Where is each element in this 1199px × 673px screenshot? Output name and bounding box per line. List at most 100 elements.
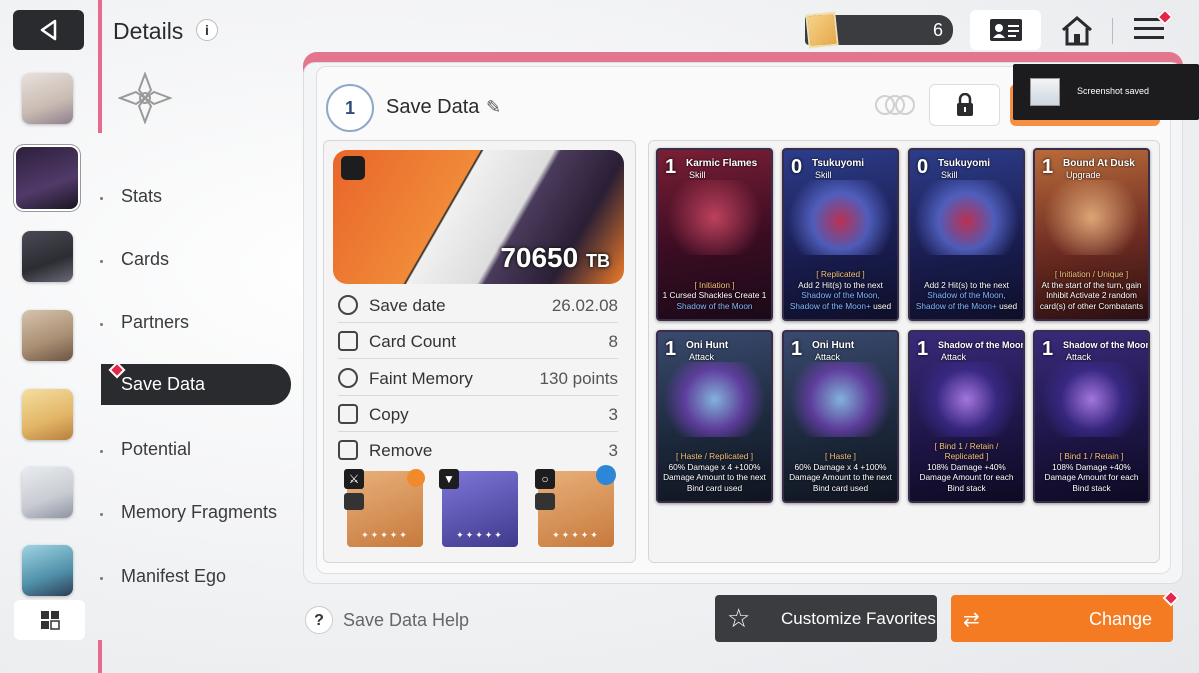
equipment-stars: ✦✦✦✦✦ <box>552 530 600 540</box>
card-keywords: [ Replicated ] <box>816 269 865 279</box>
card-desc-text: 60% Damage x 4 +100% Damage Amount to th… <box>663 461 766 493</box>
avatar-character-selected[interactable] <box>16 147 78 209</box>
stat-row-save-date: Save date 26.02.08 <box>338 287 618 323</box>
back-button[interactable] <box>13 10 84 50</box>
card-shadow-of-the-moon[interactable]: 1 Shadow of the Moon Attack [ Bind 1 / R… <box>908 330 1025 503</box>
menu-bullet <box>100 197 103 200</box>
card-description: [ Bind 1 / Retain ] 108% Damage +40% Dama… <box>1039 451 1144 493</box>
equipment-weapon[interactable]: ⚔ ✦✦✦✦✦ <box>344 469 425 547</box>
card-description: [ Haste / Replicated ] 60% Damage x 4 +10… <box>662 451 767 493</box>
info-icon[interactable]: i <box>196 19 218 41</box>
card-tsukuyomi[interactable]: 0 Tsukuyomi Skill [ Replicated ] Add 2 Hi… <box>782 148 899 321</box>
equipment-armor[interactable]: ▼ ✦✦✦✦✦ <box>439 469 518 547</box>
card-keywords: [ Haste / Replicated ] <box>675 451 753 461</box>
grid-view-button[interactable] <box>14 600 85 640</box>
card-oni-hunt[interactable]: 1 Oni Hunt Attack [ Haste ] 60% Damage x … <box>782 330 899 503</box>
card-art <box>1035 180 1148 255</box>
card-name: Shadow of the Moon <box>1063 340 1150 350</box>
divider <box>1112 18 1113 44</box>
menu-item-manifest-ego[interactable]: Manifest Ego <box>121 566 226 587</box>
menu-item-save-data[interactable]: Save Data <box>101 364 291 405</box>
stat-label: Save date <box>369 296 446 315</box>
card-desc-highlight: Shadow of the Moon, Shadow of the Moon+ <box>915 290 1006 311</box>
lock-icon <box>341 156 365 180</box>
equipment-ring[interactable]: ○ ✦✦✦✦✦ <box>535 465 616 547</box>
id-card-icon <box>989 19 1022 41</box>
card-cost: 0 <box>917 156 929 178</box>
menu-item-potential[interactable]: Potential <box>121 439 191 460</box>
card-art <box>658 362 771 437</box>
avatar-character[interactable] <box>22 73 73 124</box>
score-display: 70650 TB <box>500 242 610 274</box>
edit-pencil-icon[interactable]: ✎ <box>486 97 501 118</box>
lock-icon <box>956 93 973 116</box>
avatar-character[interactable] <box>22 389 73 440</box>
avatar-character[interactable] <box>22 467 73 518</box>
profile-card-button[interactable] <box>970 10 1041 50</box>
home-button[interactable] <box>1052 12 1102 50</box>
lock-button[interactable] <box>929 84 1000 126</box>
card-desc-text: 60% Damage x 4 +100% Damage Amount to th… <box>789 461 892 493</box>
customize-favorites-button[interactable]: ☆ Customize Favorites <box>715 595 937 642</box>
menu-icon-line <box>1134 27 1164 30</box>
avatar-character[interactable] <box>22 231 73 282</box>
stat-label: Card Count <box>369 332 456 351</box>
avatar-character[interactable] <box>22 310 73 361</box>
menu-icon-line <box>1134 36 1164 39</box>
card-tsukuyomi[interactable]: 0 Tsukuyomi Skill Add 2 Hit(s) to the ne… <box>908 148 1025 321</box>
menu-bullet <box>100 577 103 580</box>
back-arrow-icon <box>40 19 56 41</box>
menu-bullet <box>100 513 103 516</box>
card-name: Karmic Flames <box>686 158 758 169</box>
remove-icon <box>338 440 358 460</box>
menu-bullet <box>100 260 103 263</box>
accent-line <box>98 640 102 673</box>
card-keywords: [ Initiation / Unique ] <box>1054 269 1129 279</box>
menu-item-stats[interactable]: Stats <box>121 186 162 207</box>
card-art <box>784 362 897 437</box>
save-data-help-link[interactable]: Save Data Help <box>343 610 469 631</box>
card-shadow-of-the-moon[interactable]: 1 Shadow of the Moon Attack [ Bind 1 / R… <box>1033 330 1150 503</box>
stat-label: Faint Memory <box>369 369 473 388</box>
menu-item-cards[interactable]: Cards <box>121 249 169 270</box>
screenshot-thumbnail <box>1030 78 1060 106</box>
save-slot-number: 1 <box>344 97 355 118</box>
card-karmic-flames[interactable]: 1 Karmic Flames Skill [ Initiation ] 1 Cu… <box>656 148 773 321</box>
card-bound-at-dusk[interactable]: 1 Bound At Dusk Upgrade [ Initiation / U… <box>1033 148 1150 321</box>
button-label: Customize Favorites <box>781 609 936 628</box>
help-icon[interactable]: ? <box>305 606 333 634</box>
avatar-character[interactable] <box>22 545 73 596</box>
stat-label: Copy <box>369 405 409 424</box>
card-cost: 1 <box>665 338 677 360</box>
helmet-badge-icon <box>407 469 425 487</box>
menu-item-partners[interactable]: Partners <box>121 312 189 333</box>
card-keywords: [ Bind 1 / Retain / Replicated ] <box>934 440 999 462</box>
card-type: Skill <box>689 170 706 180</box>
card-art <box>910 180 1023 255</box>
currency-display[interactable]: 6 <box>805 11 953 49</box>
stat-row-card-count: Card Count 8 <box>338 323 618 359</box>
stat-label: Remove <box>369 441 433 460</box>
card-description: [ Initiation / Unique ] At the start of t… <box>1039 269 1144 311</box>
card-oni-hunt[interactable]: 1 Oni Hunt Attack [ Haste / Replicated ]… <box>656 330 773 503</box>
armor-icon: ▼ <box>439 469 459 489</box>
rings-icon <box>875 95 915 115</box>
wrench-badge-icon <box>596 465 616 485</box>
menu-item-memory-fragments[interactable]: Memory Fragments <box>121 502 277 523</box>
menu-bullet <box>100 450 103 453</box>
change-button[interactable]: ⇄ Change <box>951 595 1173 642</box>
card-type: Attack <box>941 352 967 362</box>
card-description: Add 2 Hit(s) to the next Shadow of the M… <box>914 280 1019 312</box>
card-cost: 0 <box>791 156 803 178</box>
button-label: Change <box>1089 609 1153 629</box>
page-title: Details <box>113 18 184 44</box>
card-keywords: [ Bind 1 / Retain ] <box>1059 451 1124 461</box>
card-cost: 1 <box>791 338 803 360</box>
swap-arrows-icon: ⇄ <box>963 609 980 631</box>
card-name: Bound At Dusk <box>1063 158 1135 169</box>
stat-value: 8 <box>608 332 618 351</box>
brain-icon <box>338 368 358 388</box>
stat-value: 3 <box>608 441 618 460</box>
save-data-title: Save Data <box>386 96 480 118</box>
stat-row-faint-memory: Faint Memory 130 points <box>338 360 618 396</box>
